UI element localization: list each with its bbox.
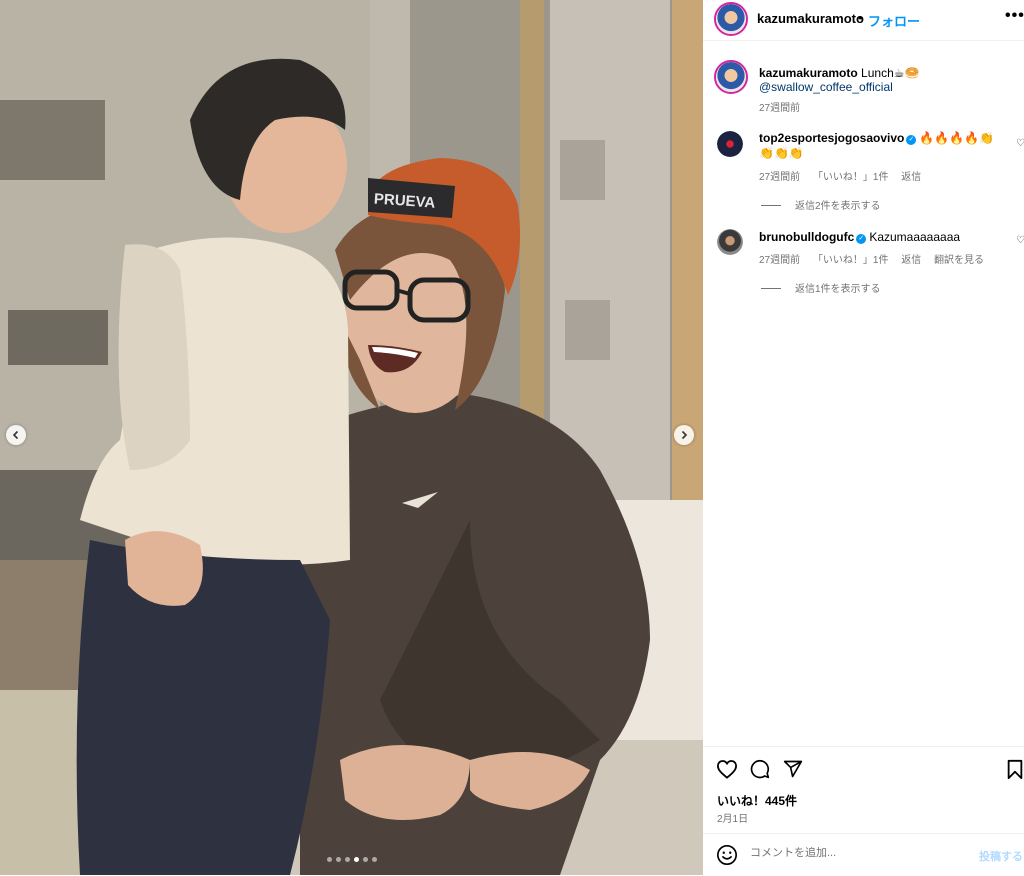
- follow-button[interactable]: フォロー: [868, 11, 920, 30]
- carousel-dot: [327, 857, 332, 862]
- comment-text: brunobulldogufc ✓ Kazumaaaaaaaa: [759, 230, 999, 245]
- view-replies-button[interactable]: 返信1件を表示する: [761, 280, 881, 295]
- carousel-dot: [363, 857, 368, 862]
- comment-timestamp[interactable]: 27週間前: [759, 255, 800, 266]
- reply-button[interactable]: 返信: [901, 172, 921, 183]
- photo-illustration: PRUEVA: [0, 0, 703, 875]
- comment-like-count[interactable]: 「いいね！」1件: [813, 172, 889, 183]
- bookmark-icon[interactable]: [1006, 759, 1024, 779]
- comment-like-heart-icon[interactable]: ♡: [1016, 138, 1024, 149]
- emoji-icon[interactable]: [716, 844, 738, 866]
- carousel-dot: [345, 857, 350, 862]
- comment-meta: 27週間前 「いいね！」1件 返信 翻訳を見る: [759, 251, 994, 266]
- reply-button[interactable]: 返信: [901, 255, 921, 266]
- comment-timestamp[interactable]: 27週間前: [759, 172, 800, 183]
- commenter-avatar[interactable]: [717, 131, 743, 157]
- see-translation-button[interactable]: 翻訳を見る: [934, 255, 984, 266]
- add-comment-bar: 投稿する: [703, 833, 1024, 876]
- caption-timestamp[interactable]: 27週間前: [759, 99, 800, 114]
- commenter-username[interactable]: top2esportesjogosaovivo: [759, 131, 904, 145]
- carousel-dot: [372, 857, 377, 862]
- commenter-avatar[interactable]: [717, 229, 743, 255]
- comment-text: top2esportesjogosaovivo ✓ 🔥🔥🔥🔥👏👏👏👏: [759, 131, 999, 161]
- separator-dot: •: [858, 10, 863, 25]
- author-username[interactable]: kazumakuramoto: [757, 11, 864, 26]
- previous-slide-button[interactable]: [6, 425, 26, 445]
- post-date[interactable]: 2月1日: [717, 810, 748, 825]
- comment-input[interactable]: [750, 847, 950, 859]
- share-icon[interactable]: [782, 759, 804, 779]
- view-replies-button[interactable]: 返信2件を表示する: [761, 197, 881, 212]
- heart-icon[interactable]: [716, 759, 738, 779]
- caption-username[interactable]: kazumakuramoto: [759, 66, 858, 80]
- view-replies-label: 返信2件を表示する: [795, 201, 881, 212]
- comment-body: Kazumaaaaaaaa: [869, 230, 961, 244]
- view-replies-label: 返信1件を表示する: [795, 284, 881, 295]
- post-actions: いいね！445件 2月1日: [703, 746, 1024, 833]
- post-photo[interactable]: PRUEVA: [0, 0, 703, 875]
- caption-text: kazumakuramoto Lunch☕🥯: [759, 65, 919, 81]
- more-options-icon[interactable]: •••: [1005, 7, 1024, 25]
- carousel-dot: [354, 857, 359, 862]
- author-avatar[interactable]: [714, 2, 748, 36]
- replies-divider: [761, 205, 781, 206]
- replies-divider: [761, 288, 781, 289]
- comment-icon[interactable]: [749, 759, 771, 779]
- post-detail-panel: kazumakuramoto • フォロー ••• kazumakuramoto…: [703, 0, 1024, 875]
- caption-mention-link[interactable]: @swallow_coffee_official: [759, 80, 893, 94]
- comment-meta: 27週間前 「いいね！」1件 返信: [759, 168, 931, 183]
- comment-like-heart-icon[interactable]: ♡: [1016, 235, 1024, 246]
- comment-like-count[interactable]: 「いいね！」1件: [813, 255, 889, 266]
- verified-badge-icon: ✓: [856, 234, 867, 244]
- post-comment-button[interactable]: 投稿する: [979, 848, 1023, 864]
- chevron-left-icon: [12, 430, 19, 440]
- caption-body: Lunch☕🥯: [861, 66, 920, 80]
- like-count[interactable]: いいね！445件: [717, 792, 797, 809]
- carousel-indicator: [327, 857, 377, 862]
- post-header: kazumakuramoto • フォロー •••: [703, 0, 1024, 41]
- commenter-username[interactable]: brunobulldogufc: [759, 230, 854, 244]
- caption-avatar[interactable]: [714, 60, 748, 94]
- carousel-dot: [336, 857, 341, 862]
- verified-badge-icon: ✓: [906, 135, 917, 145]
- chevron-right-icon: [681, 430, 688, 440]
- next-slide-button[interactable]: [674, 425, 694, 445]
